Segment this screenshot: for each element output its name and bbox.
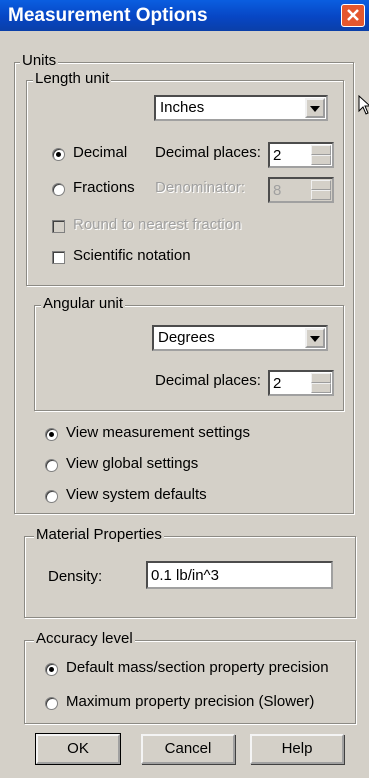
spin-down-button[interactable] [311, 383, 331, 393]
chevron-down-icon [310, 106, 320, 112]
scientific-notation-label: Scientific notation [73, 247, 191, 264]
density-label: Density: [48, 568, 103, 585]
dropdown-arrow[interactable] [305, 328, 325, 348]
chevron-down-icon [310, 336, 320, 342]
decimal-radio[interactable] [52, 148, 65, 161]
maximum-precision-radio[interactable] [45, 697, 58, 710]
angular-unit-value: Degrees [158, 329, 215, 346]
density-input[interactable]: 0.1 lb/in^3 [146, 561, 333, 589]
fractions-label: Fractions [73, 179, 135, 196]
view-system-radio[interactable] [45, 490, 58, 503]
spin-down-button[interactable] [311, 155, 331, 165]
length-unit-group-label: Length unit [33, 70, 112, 87]
round-fraction-label: Round to nearest fraction [73, 216, 242, 233]
view-global-label: View global settings [66, 455, 199, 472]
dialog-title: Measurement Options [8, 5, 208, 26]
material-properties-group-label: Material Properties [34, 526, 164, 543]
close-icon [347, 9, 359, 21]
view-system-label: View system defaults [66, 486, 207, 503]
round-fraction-checkbox[interactable] [52, 220, 65, 233]
ok-button[interactable]: OK [35, 733, 121, 765]
units-group-label: Units [20, 52, 59, 69]
default-precision-radio[interactable] [45, 663, 58, 676]
denominator-label: Denominator: [155, 179, 246, 196]
view-measurement-label: View measurement settings [66, 424, 250, 441]
accuracy-level-group [24, 640, 356, 724]
cursor-icon [358, 94, 369, 119]
view-global-radio[interactable] [45, 459, 58, 472]
scientific-notation-checkbox[interactable] [52, 251, 65, 264]
spin-up-button[interactable] [311, 145, 331, 155]
angular-decimal-places-value: 2 [273, 375, 282, 392]
accuracy-level-group-label: Accuracy level [34, 630, 135, 647]
default-precision-label: Default mass/section property precision [66, 659, 329, 676]
density-value: 0.1 lb/in^3 [151, 567, 219, 584]
denominator-value: 8 [273, 182, 282, 199]
maximum-precision-label: Maximum property precision (Slower) [66, 693, 315, 710]
help-button[interactable]: Help [250, 734, 344, 764]
spin-down-button[interactable] [311, 190, 331, 200]
dropdown-arrow[interactable] [305, 98, 325, 118]
cancel-button[interactable]: Cancel [141, 734, 235, 764]
view-measurement-radio[interactable] [45, 428, 58, 441]
angular-unit-group-label: Angular unit [41, 295, 126, 312]
angular-decimal-places-label: Decimal places: [155, 372, 261, 389]
length-unit-value: Inches [160, 99, 205, 116]
decimal-label: Decimal [73, 144, 128, 161]
fractions-radio[interactable] [52, 183, 65, 196]
spin-up-button[interactable] [311, 373, 331, 383]
decimal-places-label: Decimal places: [155, 144, 261, 161]
decimal-places-value: 2 [273, 147, 282, 164]
angular-unit-dropdown[interactable]: Degrees [152, 325, 328, 351]
length-unit-dropdown[interactable]: Inches [154, 95, 328, 121]
close-button[interactable] [341, 4, 365, 27]
spin-up-button[interactable] [311, 180, 331, 190]
angular-decimal-places-spinner[interactable]: 2 [268, 370, 334, 396]
denominator-spinner[interactable]: 8 [268, 177, 334, 203]
decimal-places-spinner[interactable]: 2 [268, 142, 334, 168]
